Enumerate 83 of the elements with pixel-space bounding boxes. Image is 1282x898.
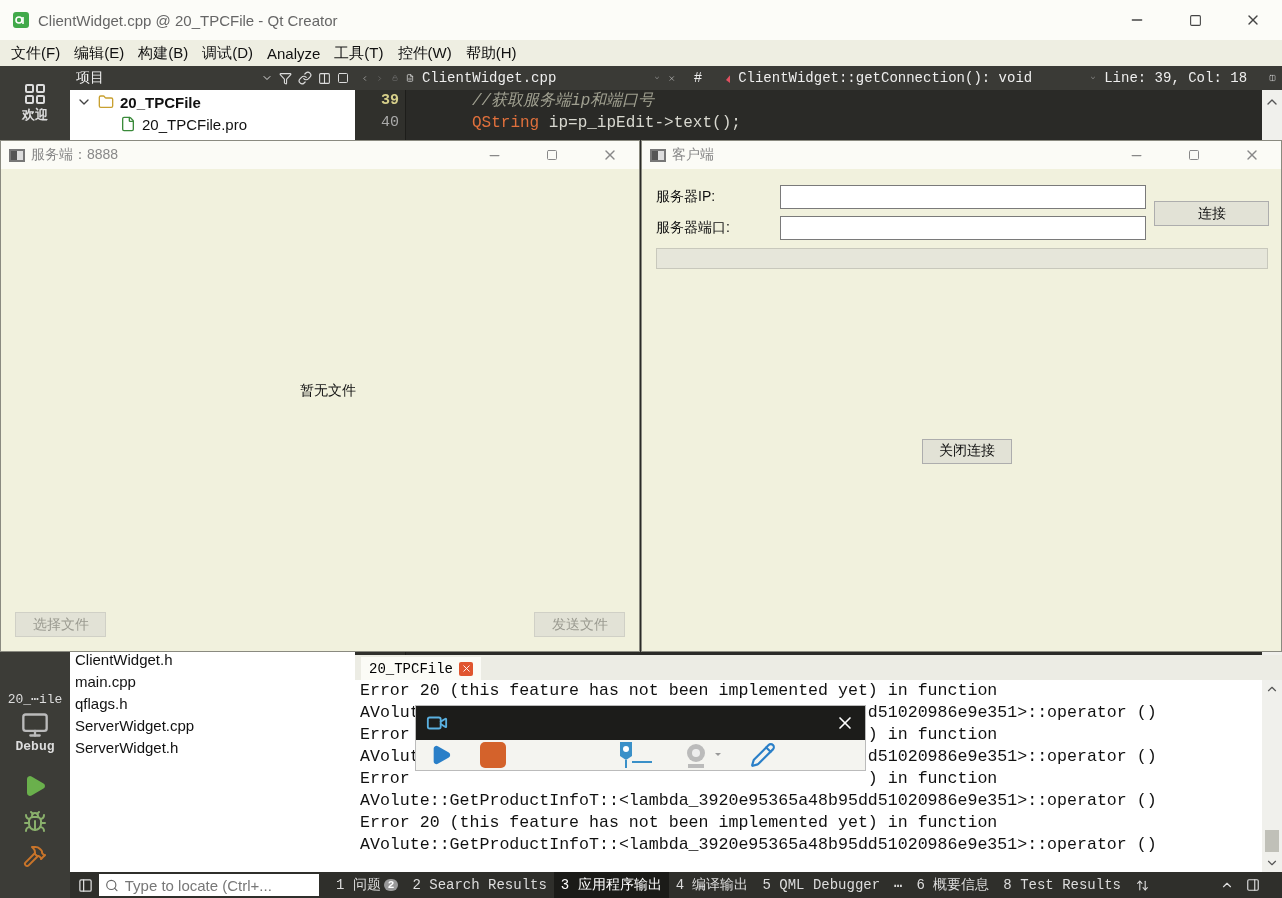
pencil-icon[interactable] <box>750 742 776 768</box>
output-pane-tab[interactable]: 1 问题 2 <box>329 872 406 898</box>
line-number: 39 <box>380 91 400 111</box>
project-icon <box>98 94 114 110</box>
mode-label[interactable]: 欢迎 <box>22 106 48 124</box>
locator-field[interactable]: Type to locate (Ctrl+... <box>99 874 319 896</box>
field-label: 服务器IP: <box>656 188 717 206</box>
output-line: Error 20 (this feature has not been implemented yet) in function <box>360 812 999 834</box>
code-line: QString ip=p_ipEdit->text(); <box>471 113 742 134</box>
output-line: AVolut <box>360 702 420 724</box>
menu-item[interactable]: 构建(B) <box>131 43 196 63</box>
lock-icon <box>391 72 398 84</box>
output-pane-tab[interactable]: ⋯ <box>887 872 910 898</box>
pane-title: 项目 <box>76 69 105 87</box>
kit-label: 20_⋯ile <box>7 691 63 707</box>
output-line: AVolut <box>360 746 420 768</box>
split-icon[interactable] <box>318 71 331 85</box>
output-pane-tab[interactable]: 3 应用程序输出 <box>553 872 669 898</box>
search-icon <box>105 877 119 893</box>
panel-toggle-icon[interactable] <box>1246 878 1260 892</box>
input-field[interactable] <box>780 185 1146 209</box>
hash-label[interactable]: # <box>693 70 703 86</box>
output-line: Error 20 (this feature has not been implemented yet) in function <box>360 680 999 702</box>
build-config-label: Debug <box>15 739 55 754</box>
empty-message: 暂无文件 <box>300 381 356 400</box>
output-line: AVolute::GetProductInfoT::<lambda_3920e95365a48b95dd51020986e9e351>::operator () <box>360 790 1158 812</box>
sidebar-toggle-icon[interactable] <box>78 877 93 893</box>
menu-item[interactable]: 工具(T) <box>327 43 391 63</box>
link-icon[interactable] <box>298 71 312 85</box>
output-line: d51020986e9e351>::operator () <box>867 746 1157 768</box>
count-badge: 2 <box>383 879 399 891</box>
window-title: ClientWidget.cpp @ 20_TPCFile - Qt Creator <box>38 11 339 29</box>
monitor-icon[interactable] <box>21 711 49 739</box>
close-tab-icon[interactable] <box>459 661 473 676</box>
menu-item[interactable]: 编辑(E) <box>67 43 132 63</box>
file-item[interactable]: ClientWidget.h <box>75 649 355 671</box>
output-line: d51020986e9e351>::operator () <box>867 702 1157 724</box>
file-item[interactable]: ServerWidget.h <box>75 737 355 759</box>
window-title: 服务端：8888 <box>31 146 120 164</box>
app-logo-icon <box>12 11 30 29</box>
code-line: //获取服务端ip和端口号 <box>471 90 656 112</box>
hammer-icon[interactable] <box>23 844 47 868</box>
connect-button[interactable]: 连接 <box>1154 201 1269 226</box>
output-pane-tab[interactable]: 2 Search Results <box>405 872 554 898</box>
maximize-icon[interactable] <box>1188 13 1202 27</box>
cursor-position: Line: 39, Col: 18 <box>1104 70 1248 86</box>
output-line: ) in function <box>867 724 998 746</box>
disconnect-button[interactable]: 关闭连接 <box>922 438 1012 464</box>
filter-icon[interactable] <box>279 71 292 85</box>
tree-item[interactable]: 20_TPCFile.pro <box>142 115 248 133</box>
output-tab[interactable]: 20_TPCFile <box>361 657 481 680</box>
output-pane-tab[interactable]: 5 QML Debugger <box>755 872 888 898</box>
menu-item[interactable]: 帮助(H) <box>458 43 524 63</box>
output-line: Error <box>360 724 410 746</box>
menu-item[interactable]: 文件(F) <box>4 43 68 63</box>
file-item[interactable]: main.cpp <box>75 671 355 693</box>
stop-icon[interactable] <box>480 742 506 768</box>
debug-run-icon[interactable] <box>23 810 47 834</box>
line-number: 40 <box>380 113 400 133</box>
app-window-icon <box>650 148 666 162</box>
output-pane-tab[interactable]: 6 概要信息 <box>909 872 997 898</box>
window-title: 客户端 <box>672 146 715 164</box>
tree-item[interactable]: 20_TPCFile <box>120 93 201 111</box>
field-label: 服务器端口: <box>656 219 731 237</box>
file-item[interactable]: ServerWidget.cpp <box>75 715 355 737</box>
file-item[interactable]: qflags.h <box>75 693 355 715</box>
app-window-icon <box>9 148 25 162</box>
output-line: Error <box>360 768 410 790</box>
symbol-selector[interactable]: ClientWidget::getConnection(): void <box>738 70 1033 86</box>
input-field[interactable] <box>780 216 1146 240</box>
output-line: AVolute::GetProductInfoT::<lambda_3920e95365a48b95dd51020986e9e351>::operator () <box>360 834 1158 856</box>
output-line: ) in function <box>867 768 998 790</box>
close-pane-icon[interactable] <box>337 72 349 84</box>
sort-arrows-icon[interactable] <box>1135 878 1149 892</box>
scrollbar-thumb[interactable] <box>1265 830 1279 852</box>
menu-item[interactable]: Analyze <box>260 44 328 62</box>
menu-item[interactable]: 控件(W) <box>390 43 459 63</box>
welcome-grid-icon[interactable] <box>23 82 47 106</box>
menu-item[interactable]: 调试(D) <box>195 43 260 63</box>
file-icon <box>120 116 136 132</box>
output-pane-tab[interactable]: 8 Test Results <box>996 872 1128 898</box>
open-file-name[interactable]: ClientWidget.cpp <box>421 70 557 86</box>
output-pane-tab[interactable]: 4 编译输出 <box>668 872 756 898</box>
